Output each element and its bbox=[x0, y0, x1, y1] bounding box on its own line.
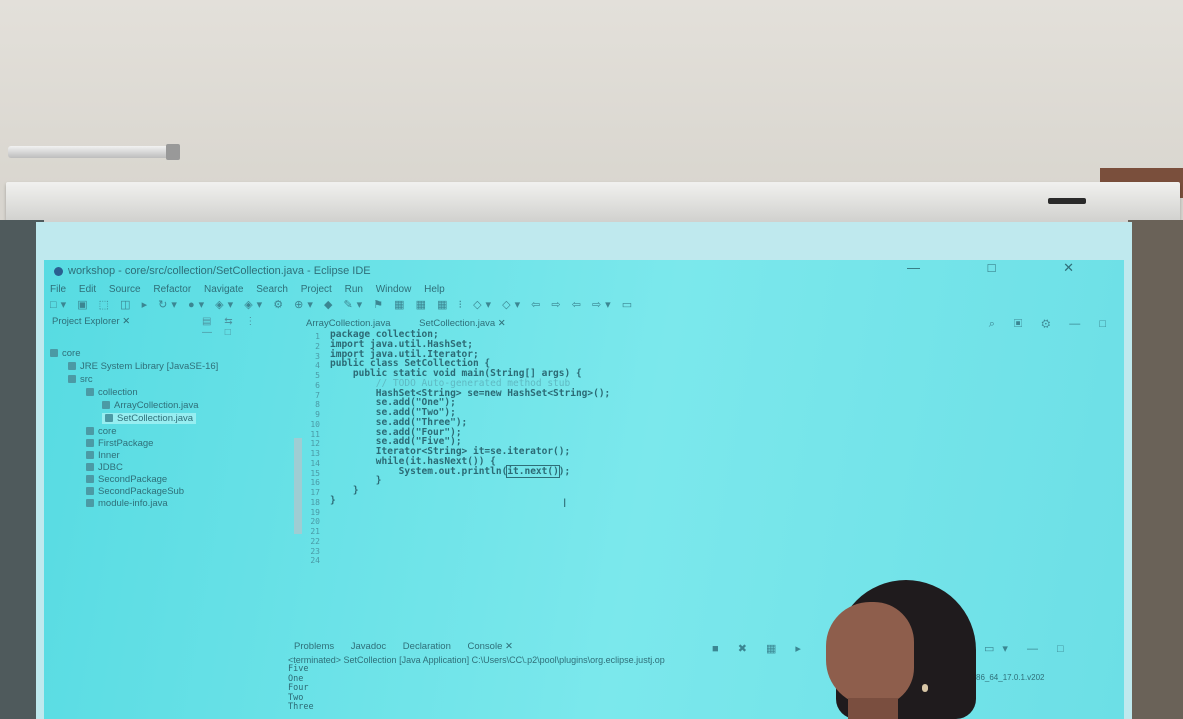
tab-javadoc[interactable]: Javadoc bbox=[351, 641, 386, 652]
mouse-ibeam-cursor: I bbox=[563, 496, 567, 510]
tree-item-secondpackagesub[interactable]: SecondPackageSub bbox=[86, 486, 184, 497]
package-icon bbox=[86, 475, 94, 484]
package-icon bbox=[86, 388, 94, 397]
code-line: } bbox=[330, 475, 382, 487]
menu-help[interactable]: Help bbox=[424, 284, 445, 295]
package-icon bbox=[86, 463, 94, 472]
java-file-icon bbox=[105, 414, 113, 423]
light-fixture bbox=[166, 144, 180, 160]
console-toolbar[interactable]: ■ ✖ ▦ ▸ bbox=[712, 642, 809, 655]
tree-item-jdbc[interactable]: JDBC bbox=[86, 462, 123, 473]
window-title: workshop - core/src/collection/SetCollec… bbox=[68, 265, 371, 277]
project-icon bbox=[50, 349, 58, 358]
package-icon bbox=[86, 439, 94, 448]
tab-arraycollection[interactable]: ArrayCollection.java bbox=[306, 318, 390, 329]
highlighted-expression: it.next() bbox=[506, 464, 560, 478]
tree-item-inner[interactable]: Inner bbox=[86, 450, 120, 461]
console-tabs: Problems Javadoc Declaration Console ✕ bbox=[294, 641, 527, 652]
casing-logo bbox=[1048, 198, 1086, 204]
code-editor[interactable]: package collection; import java.util.Hash… bbox=[330, 330, 610, 506]
tab-declaration[interactable]: Declaration bbox=[403, 641, 451, 652]
line-numbers: 1 2 3 4 5 6 7 8 9 10 11 12 13 14 15 16 1… bbox=[310, 332, 320, 566]
menu-source[interactable]: Source bbox=[109, 284, 141, 295]
fluorescent-light bbox=[8, 146, 180, 158]
java-file-icon bbox=[86, 499, 94, 508]
presenter bbox=[826, 580, 976, 719]
library-icon bbox=[68, 362, 76, 371]
menu-edit[interactable]: Edit bbox=[79, 284, 96, 295]
tree-item-module-info[interactable]: module-info.java bbox=[86, 498, 168, 509]
output-line: Three bbox=[288, 702, 314, 713]
eclipse-icon bbox=[54, 266, 63, 276]
menu-file[interactable]: File bbox=[50, 284, 66, 295]
explorer-view-controls[interactable]: ▤ ⇆ ⋮ — □ bbox=[202, 316, 276, 338]
menu-search[interactable]: Search bbox=[256, 284, 288, 295]
code-line: } bbox=[330, 485, 359, 496]
menu-project[interactable]: Project bbox=[301, 284, 332, 295]
menu-refactor[interactable]: Refactor bbox=[153, 284, 191, 295]
window-controls[interactable]: — □ ✕ bbox=[907, 260, 1106, 276]
console-status: <terminated> SetCollection [Java Applica… bbox=[288, 655, 665, 665]
code-line: } bbox=[330, 494, 336, 506]
editor-tabs: ArrayCollection.java SetCollection.java … bbox=[306, 318, 532, 329]
toolbar[interactable]: □▾ ▣ ⬚ ◫ ▸ ↻▾ ●▾ ◈▾ ◈▾ ⚙ ⊕▾ ◆ ✎▾ ⚑ ▦ ▦ ▦… bbox=[50, 298, 1110, 314]
right-wall bbox=[1128, 220, 1183, 719]
console-status-tail: x86_64_17.0.1.v202 bbox=[972, 673, 1045, 682]
package-icon bbox=[86, 487, 94, 496]
menu-run[interactable]: Run bbox=[345, 284, 363, 295]
tab-setcollection[interactable]: SetCollection.java ✕ bbox=[419, 318, 506, 329]
menu-window[interactable]: Window bbox=[376, 284, 412, 295]
editor-view-controls[interactable]: ⌕ ▣ ⚙ — □ bbox=[989, 318, 1114, 331]
tree-item-core-project[interactable]: core bbox=[50, 348, 80, 359]
package-icon bbox=[86, 451, 94, 460]
projector-screen-casing bbox=[6, 182, 1180, 224]
tree-item-src[interactable]: src bbox=[68, 374, 93, 385]
wall bbox=[0, 0, 1183, 190]
tree-item-core-package[interactable]: core bbox=[86, 426, 116, 437]
project-explorer-title[interactable]: Project Explorer ✕ bbox=[52, 316, 130, 330]
console-output: Five One Four Two Three bbox=[288, 664, 314, 713]
console-view-controls[interactable]: ▭▾ — □ bbox=[984, 642, 1072, 655]
tab-problems[interactable]: Problems bbox=[294, 641, 334, 652]
tree-item-arraycollection[interactable]: ArrayCollection.java bbox=[102, 400, 198, 411]
presenter-face bbox=[826, 602, 914, 706]
tree-item-collection[interactable]: collection bbox=[86, 387, 138, 398]
menu-bar: File Edit Source Refactor Navigate Searc… bbox=[50, 282, 455, 298]
presenter-neck bbox=[848, 698, 898, 719]
tree-item-jre-library[interactable]: JRE System Library [JavaSE-16] bbox=[68, 361, 218, 372]
tree-item-setcollection[interactable]: SetCollection.java bbox=[102, 413, 197, 424]
java-file-icon bbox=[102, 401, 110, 410]
package-icon bbox=[86, 427, 94, 436]
folder-icon bbox=[68, 375, 76, 384]
project-explorer: Project Explorer ✕ ▤ ⇆ ⋮ — □ core JRE Sy… bbox=[44, 316, 276, 616]
tree-item-firstpackage[interactable]: FirstPackage bbox=[86, 438, 153, 449]
menu-navigate[interactable]: Navigate bbox=[204, 284, 243, 295]
tab-console[interactable]: Console ✕ bbox=[468, 641, 513, 652]
presenter-earring bbox=[922, 684, 928, 692]
tree-item-secondpackage[interactable]: SecondPackage bbox=[86, 474, 167, 485]
